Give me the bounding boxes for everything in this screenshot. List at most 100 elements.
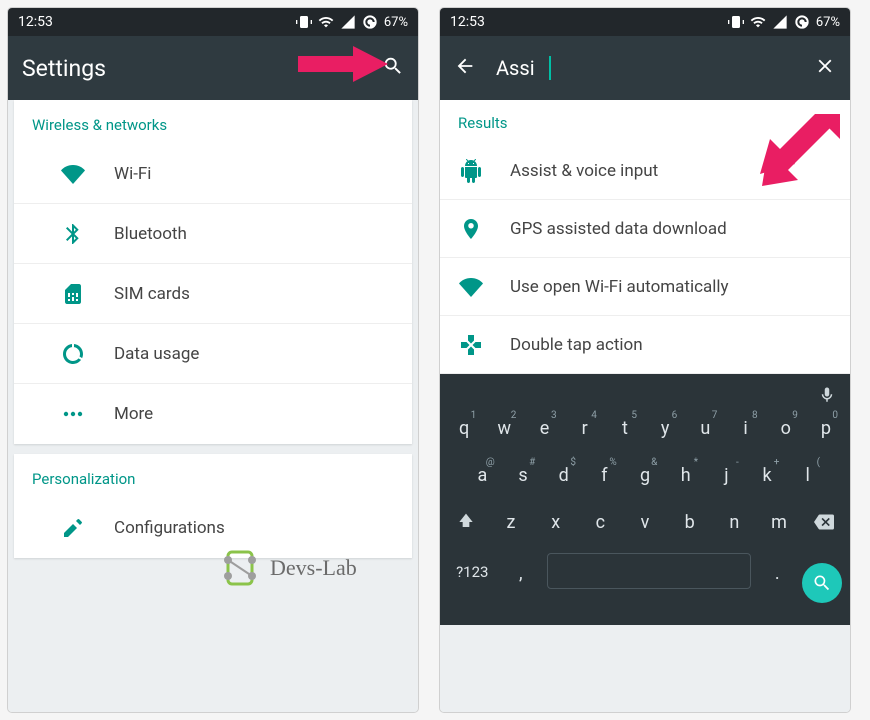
clock: 12:53: [18, 14, 53, 30]
key-n[interactable]: n: [712, 502, 757, 547]
soft-keyboard[interactable]: q1w2e3r4t5y6u7i8o9p0 a@s#d$f%g&h*j-k+l( …: [440, 374, 850, 625]
key-p[interactable]: p0: [806, 408, 846, 449]
key-q[interactable]: q1: [444, 408, 484, 449]
annotation-arrow: [760, 114, 840, 194]
row-wifi-label: Wi-Fi: [114, 164, 151, 184]
more-icon: [60, 401, 86, 427]
key-j[interactable]: j-: [706, 455, 747, 496]
text-cursor: [549, 56, 551, 80]
battery-circle-icon: [794, 14, 810, 30]
devslab-text: Devs-Lab: [270, 555, 357, 581]
row-more-label: More: [114, 404, 153, 424]
result-wifi-auto[interactable]: Use open Wi-Fi automatically: [440, 258, 850, 316]
battery-circle-icon: [362, 14, 378, 30]
status-icons: 67%: [728, 14, 840, 30]
clear-button[interactable]: [814, 55, 836, 81]
result-doubletap[interactable]: Double tap action: [440, 316, 850, 374]
status-bar: 12:53 67%: [8, 8, 418, 36]
key-row-1: q1w2e3r4t5y6u7i8o9p0: [444, 408, 846, 449]
screenshot-search: 12:53 67% Assi Results Assist & voice in…: [440, 8, 850, 712]
annotation-arrow: [298, 44, 388, 84]
key-row-4: ?123 , .: [444, 553, 846, 613]
search-key[interactable]: [802, 563, 842, 603]
key-x[interactable]: x: [533, 502, 578, 547]
key-d[interactable]: d$: [543, 455, 584, 496]
key-y[interactable]: y6: [645, 408, 685, 449]
row-more[interactable]: More: [14, 384, 412, 444]
key-c[interactable]: c: [578, 502, 623, 547]
settings-content: Wireless & networks Wi-Fi Bluetooth SIM …: [8, 100, 418, 712]
wifi-icon: [318, 14, 334, 30]
config-icon: [60, 515, 86, 541]
wifi-icon: [458, 274, 484, 300]
row-bluetooth-label: Bluetooth: [114, 224, 187, 244]
wireless-card: Wireless & networks Wi-Fi Bluetooth SIM …: [14, 100, 412, 444]
result-label: Double tap action: [510, 335, 643, 355]
key-s[interactable]: s#: [503, 455, 544, 496]
status-icons: 67%: [296, 14, 408, 30]
key-o[interactable]: o9: [766, 408, 806, 449]
search-input[interactable]: Assi: [496, 56, 535, 80]
vibrate-icon: [296, 14, 312, 30]
screenshot-settings: 12:53 67% Settings Wireless & networks W…: [8, 8, 418, 712]
key-r[interactable]: r4: [565, 408, 605, 449]
key-w[interactable]: w2: [484, 408, 524, 449]
key-g[interactable]: g&: [625, 455, 666, 496]
shift-key[interactable]: [444, 502, 489, 547]
search-appbar: Assi: [440, 36, 850, 100]
row-config-label: Configurations: [114, 518, 225, 538]
key-t[interactable]: t5: [605, 408, 645, 449]
wifi-icon: [60, 161, 86, 187]
key-b[interactable]: b: [667, 502, 712, 547]
row-data-label: Data usage: [114, 344, 199, 364]
location-icon: [458, 216, 484, 242]
symbols-key[interactable]: ?123: [444, 553, 501, 613]
key-f[interactable]: f%: [584, 455, 625, 496]
key-m[interactable]: m: [757, 502, 802, 547]
section-heading-personalization: Personalization: [14, 454, 412, 498]
wifi-icon: [750, 14, 766, 30]
row-sim[interactable]: SIM cards: [14, 264, 412, 324]
gamepad-icon: [458, 332, 484, 358]
devslab-icon: [218, 546, 262, 590]
status-bar: 12:53 67%: [440, 8, 850, 36]
comma-key[interactable]: ,: [501, 553, 541, 613]
devslab-logo: Devs-Lab: [218, 546, 357, 590]
key-v[interactable]: v: [623, 502, 668, 547]
clock: 12:53: [450, 14, 485, 30]
result-gps[interactable]: GPS assisted data download: [440, 200, 850, 258]
backspace-key[interactable]: [801, 502, 846, 547]
section-heading-wireless: Wireless & networks: [14, 100, 412, 144]
result-label: Use open Wi-Fi automatically: [510, 277, 729, 297]
result-label: GPS assisted data download: [510, 219, 727, 239]
key-i[interactable]: i8: [725, 408, 765, 449]
battery-percent: 67%: [816, 15, 840, 30]
key-row-3: zxcvbnm: [444, 502, 846, 547]
row-wifi[interactable]: Wi-Fi: [14, 144, 412, 204]
sim-icon: [60, 281, 86, 307]
signal-icon: [772, 14, 788, 30]
data-usage-icon: [60, 341, 86, 367]
back-button[interactable]: [454, 55, 476, 81]
android-icon: [458, 158, 484, 184]
battery-percent: 67%: [384, 15, 408, 30]
personalization-card: Personalization Configurations: [14, 454, 412, 558]
key-h[interactable]: h*: [665, 455, 706, 496]
row-bluetooth[interactable]: Bluetooth: [14, 204, 412, 264]
key-k[interactable]: k+: [747, 455, 788, 496]
spacebar-key[interactable]: [547, 553, 751, 589]
vibrate-icon: [728, 14, 744, 30]
key-u[interactable]: u7: [685, 408, 725, 449]
result-label: Assist & voice input: [510, 161, 658, 181]
row-sim-label: SIM cards: [114, 284, 190, 304]
key-z[interactable]: z: [489, 502, 534, 547]
key-row-2: a@s#d$f%g&h*j-k+l(: [444, 455, 846, 496]
key-e[interactable]: e3: [524, 408, 564, 449]
row-data[interactable]: Data usage: [14, 324, 412, 384]
signal-icon: [340, 14, 356, 30]
key-a[interactable]: a@: [462, 455, 503, 496]
bluetooth-icon: [60, 221, 86, 247]
mic-icon[interactable]: [818, 386, 836, 408]
period-key[interactable]: .: [757, 553, 797, 613]
key-l[interactable]: l(: [787, 455, 828, 496]
